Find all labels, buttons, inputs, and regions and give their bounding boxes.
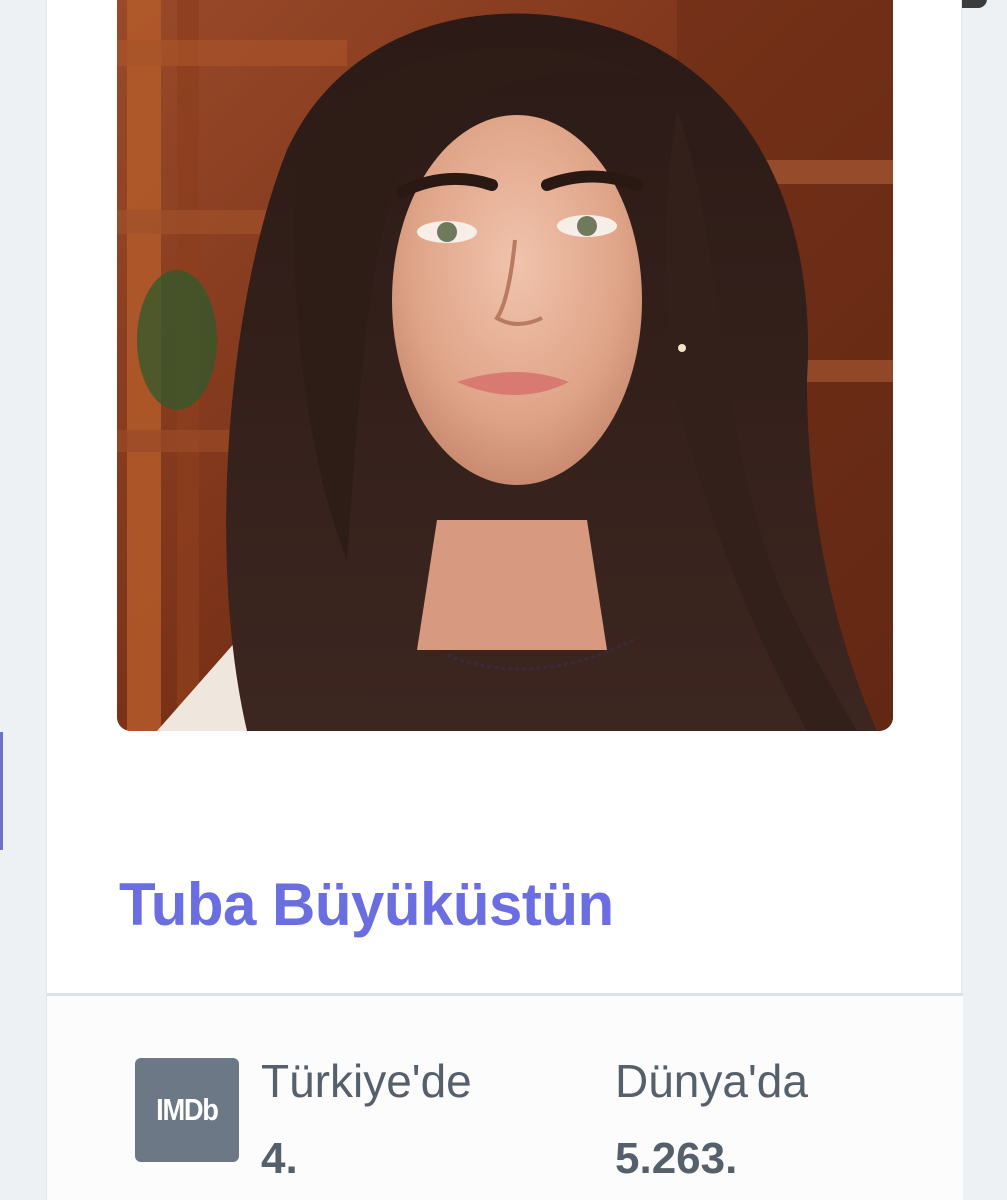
imdb-logo-icon[interactable]: IMDb	[135, 1058, 239, 1162]
stat-value: 4.	[261, 1134, 298, 1183]
imdb-logo-text: IMDb	[156, 1092, 219, 1127]
profile-card: Tuba Büyüküstün IMDb Türkiye'de 4. Dünya…	[46, 0, 963, 1200]
stat-label: Dünya'da	[615, 1055, 808, 1107]
profile-photo-image	[117, 0, 893, 731]
page: Tuba Büyüküstün IMDb Türkiye'de 4. Dünya…	[0, 0, 1007, 1200]
profile-name-link[interactable]: Tuba Büyüküstün	[119, 870, 614, 939]
stat-value: 5.263.	[615, 1134, 738, 1183]
stat-world-rank: Dünya'da 5.263.	[615, 1058, 808, 1181]
stat-turkey-rank: Türkiye'de 4.	[261, 1058, 472, 1181]
imdb-stats-section: IMDb Türkiye'de 4. Dünya'da 5.263.	[47, 996, 963, 1200]
profile-photo[interactable]	[117, 0, 893, 731]
stat-label: Türkiye'de	[261, 1055, 472, 1107]
left-edge-accent	[0, 732, 3, 850]
